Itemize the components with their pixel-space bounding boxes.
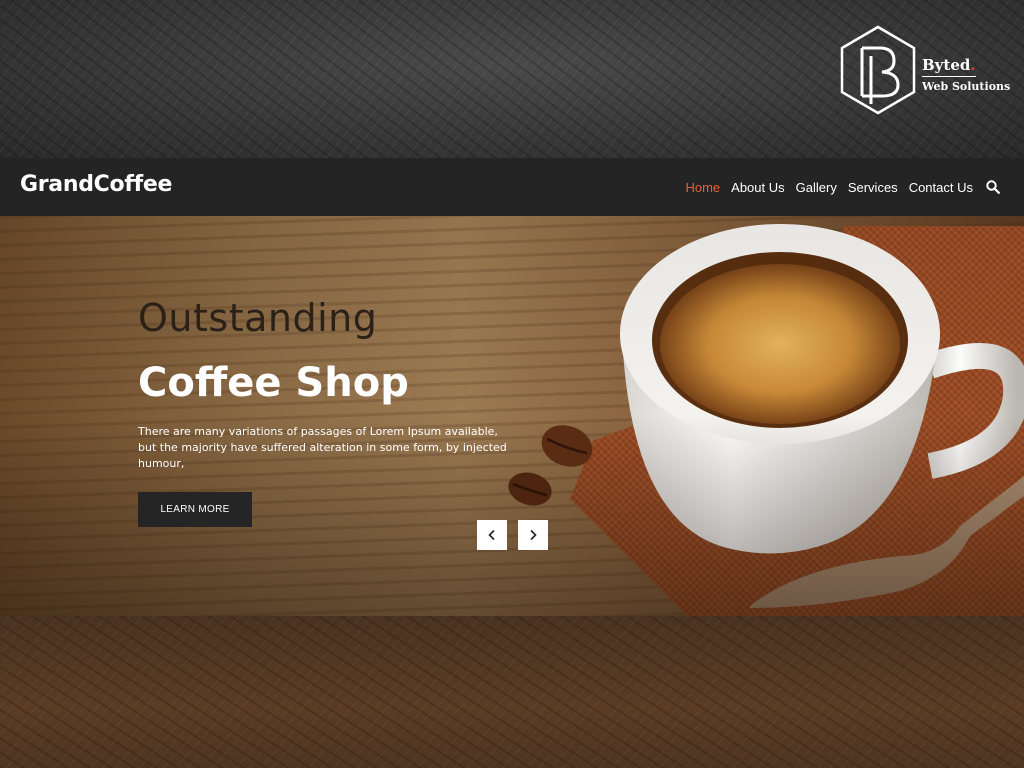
nav-item-about-us[interactable]: About Us (731, 180, 784, 195)
chevron-right-icon (530, 529, 537, 541)
hero-description: There are many variations of passages of… (138, 425, 507, 470)
slider-prev-button[interactable] (477, 520, 507, 550)
brand-name: Byted. (922, 56, 976, 74)
hexagon-b-icon (840, 25, 916, 115)
slider-next-button[interactable] (518, 520, 548, 550)
hero-slider: Outstanding Coffee Shop There are many v… (0, 216, 1024, 616)
nav-item-services[interactable]: Services (848, 180, 898, 195)
brand-subtitle: Web Solutions (922, 80, 1011, 93)
search-icon[interactable] (986, 180, 1000, 194)
brand-divider (922, 76, 976, 77)
main-nav: Home About Us Gallery Services Contact U… (685, 158, 1000, 216)
hero-shade (0, 216, 1024, 616)
nav-item-gallery[interactable]: Gallery (796, 180, 837, 195)
navbar: GrandCoffee Home About Us Gallery Servic… (0, 158, 1024, 216)
learn-more-button[interactable]: LEARN MORE (138, 492, 252, 527)
hero-title-line1: Outstanding (138, 296, 378, 340)
byted-brand-logo: Byted. Web Solutions (838, 24, 1011, 116)
hero-title-line2: Coffee Shop (138, 360, 409, 406)
nav-item-home[interactable]: Home (685, 180, 720, 195)
footer-background (0, 616, 1024, 768)
chevron-left-icon (488, 529, 495, 541)
site-logo[interactable]: GrandCoffee (20, 172, 172, 197)
nav-item-contact-us[interactable]: Contact Us (909, 180, 973, 195)
coffee-beans-image (508, 425, 593, 506)
